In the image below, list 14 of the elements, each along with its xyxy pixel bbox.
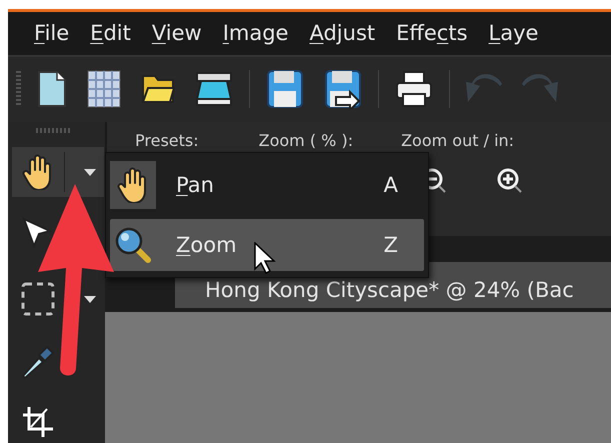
menu-item[interactable]: Adjust [309,21,376,46]
shortcut-key: Z [384,233,398,257]
menu-item[interactable]: File [34,21,70,46]
options-label: Presets: [135,131,199,150]
shortcut-key: A [384,173,398,197]
menu-item[interactable]: Effects [396,21,468,46]
menu-item[interactable]: Edit [90,21,131,46]
menu-item[interactable]: Zoom Z [110,219,424,271]
menu-item[interactable]: Laye [488,21,538,46]
menu-item[interactable]: Image [222,21,288,46]
options-label: Zoom ( % ): [258,131,354,150]
menu-item[interactable]: Pan A [110,159,424,211]
options-label: Zoom out / in: [401,131,516,150]
menu-item[interactable]: View [152,21,202,46]
